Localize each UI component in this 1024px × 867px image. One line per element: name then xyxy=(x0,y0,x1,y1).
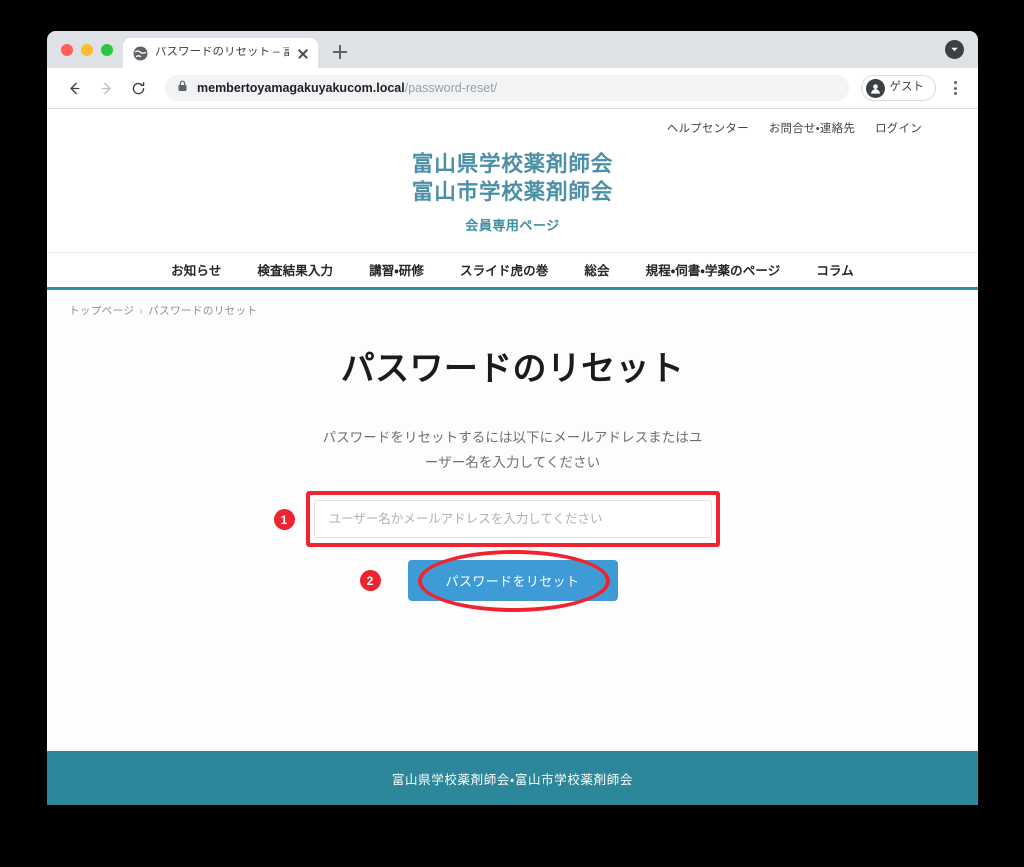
browser-window: パスワードのリセット – 富山県学校 xyxy=(47,31,978,805)
utility-nav: ヘルプセンター お問合せ・連絡先 ログイン xyxy=(47,115,978,136)
breadcrumb-home[interactable]: トップページ xyxy=(69,305,134,317)
nav-item-general-meeting[interactable]: 総会 xyxy=(584,260,609,279)
utility-nav-help-center[interactable]: ヘルプセンター xyxy=(667,120,749,136)
password-reset-form: 1 パスワードをリセット 2 xyxy=(47,491,978,613)
reload-icon[interactable] xyxy=(125,75,151,101)
reset-button-row: パスワードをリセット 2 xyxy=(359,550,618,613)
main-navigation: お知らせ 検査結果入力 講習・研修 スライド虎の巻 総会 規程・伺書・学薬のペー… xyxy=(47,251,978,290)
brand-line-2: 富山市学校薬剤師会 xyxy=(411,180,614,205)
breadcrumb: トップページ › パスワードのリセット xyxy=(47,290,978,318)
window-traffic-lights xyxy=(47,31,123,68)
arrow-left-icon[interactable] xyxy=(61,75,87,101)
brand-subtitle: 会員専用ページ xyxy=(465,217,560,233)
breadcrumb-separator: › xyxy=(139,304,144,317)
url-path: /password-reset/ xyxy=(404,80,498,95)
globe-icon xyxy=(133,46,148,61)
utility-nav-contact[interactable]: お問合せ・連絡先 xyxy=(769,120,855,136)
url-text: membertoyamagakuyakucom.local/password-r… xyxy=(197,82,497,95)
profile-label: ゲスト xyxy=(889,81,925,94)
page-description: パスワードをリセットするには以下にメールアドレスまたはユーザー名を入力してくださ… xyxy=(322,430,703,471)
user-login-input[interactable] xyxy=(313,500,712,539)
profile-button[interactable]: ゲスト xyxy=(860,75,936,101)
browser-tab[interactable]: パスワードのリセット – 富山県学校 xyxy=(123,38,318,68)
utility-nav-login[interactable]: ログイン xyxy=(875,120,922,136)
reset-password-button[interactable]: パスワードをリセット xyxy=(407,560,618,602)
main-content: パスワードのリセット パスワードをリセットするには以下にメールアドレスまたはユー… xyxy=(47,318,978,751)
footer-text: 富山県学校薬剤師会・富山市学校薬剤師会 xyxy=(391,772,634,787)
lock-icon xyxy=(177,79,188,97)
nav-item-regulations[interactable]: 規程・伺書・学薬のページ xyxy=(646,260,781,279)
site-brand: 富山県学校薬剤師会 富山市学校薬剤師会 会員専用ページ xyxy=(47,136,978,252)
arrow-right-icon[interactable] xyxy=(93,75,119,101)
person-icon xyxy=(865,78,885,98)
annotation-badge-1: 1 xyxy=(273,509,295,531)
address-bar[interactable]: membertoyamagakuyakucom.local/password-r… xyxy=(165,75,849,101)
nav-item-news[interactable]: お知らせ xyxy=(171,260,221,279)
site-header: ヘルプセンター お問合せ・連絡先 ログイン 富山県学校薬剤師会 富山市学校薬剤師… xyxy=(47,109,978,252)
reset-field-row: 1 xyxy=(273,491,720,548)
page-title: パスワードのリセット xyxy=(340,349,685,388)
nav-item-column[interactable]: コラム xyxy=(816,260,854,279)
tab-strip: パスワードのリセット – 富山県学校 xyxy=(47,31,978,68)
nav-item-inspection-results[interactable]: 検査結果入力 xyxy=(257,260,333,279)
maximize-window-button[interactable] xyxy=(101,43,113,56)
nav-item-slides[interactable]: スライド虎の巻 xyxy=(460,260,548,279)
brand-line-1: 富山県学校薬剤師会 xyxy=(411,152,614,176)
url-host: membertoyamagakuyakucom.local xyxy=(197,80,405,95)
close-window-button[interactable] xyxy=(61,43,73,56)
browser-toolbar: membertoyamagakuyakucom.local/password-r… xyxy=(47,68,978,109)
tab-title: パスワードのリセット – 富山県学校 xyxy=(155,47,289,59)
breadcrumb-current: パスワードのリセット xyxy=(148,304,258,317)
plus-icon[interactable] xyxy=(326,38,354,66)
page-viewport: ヘルプセンター お問合せ・連絡先 ログイン 富山県学校薬剤師会 富山市学校薬剤師… xyxy=(47,109,978,805)
annotation-badge-2: 2 xyxy=(359,570,381,592)
tabstrip-right-area xyxy=(945,40,964,59)
minimize-window-button[interactable] xyxy=(81,43,93,56)
chevron-down-circle-icon[interactable] xyxy=(945,40,964,59)
kebab-menu-icon[interactable] xyxy=(944,75,966,101)
nav-item-training[interactable]: 講習・研修 xyxy=(369,260,424,279)
close-icon[interactable] xyxy=(296,46,310,60)
site-footer: 富山県学校薬剤師会・富山市学校薬剤師会 xyxy=(47,751,978,805)
